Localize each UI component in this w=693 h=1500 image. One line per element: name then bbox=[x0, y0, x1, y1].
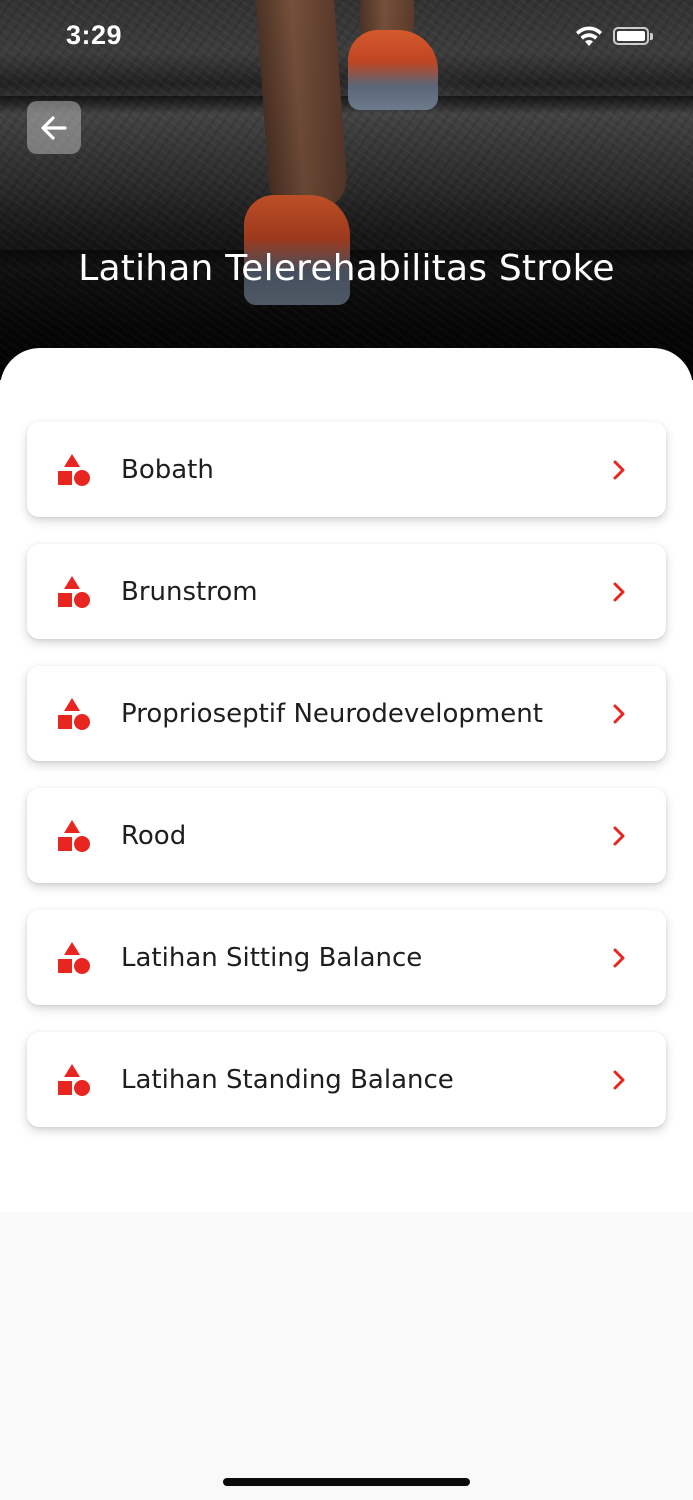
chevron-right-icon bbox=[613, 826, 625, 846]
status-bar: 3:29 bbox=[0, 0, 693, 80]
menu-item-brunstrom[interactable]: Brunstrom bbox=[27, 544, 666, 639]
chevron-right-icon bbox=[613, 948, 625, 968]
shapes-icon bbox=[58, 820, 90, 852]
menu-item-label: Rood bbox=[121, 820, 187, 851]
chevron-right-icon bbox=[613, 460, 625, 480]
chevron-right-icon bbox=[613, 582, 625, 602]
menu-item-label: Bobath bbox=[121, 454, 214, 485]
shapes-icon bbox=[58, 1064, 90, 1096]
back-button[interactable] bbox=[27, 101, 81, 154]
shapes-icon bbox=[58, 942, 90, 974]
home-indicator[interactable] bbox=[223, 1478, 470, 1486]
status-time: 3:29 bbox=[66, 20, 123, 50]
menu-item-bobath[interactable]: Bobath bbox=[27, 422, 666, 517]
shapes-icon bbox=[58, 576, 90, 608]
wifi-icon bbox=[576, 26, 602, 46]
shapes-icon bbox=[58, 698, 90, 730]
shapes-icon bbox=[58, 454, 90, 486]
menu-item-label: Brunstrom bbox=[121, 576, 258, 607]
arrow-left-icon bbox=[41, 115, 67, 140]
battery-icon bbox=[613, 27, 653, 45]
menu-item-latihan-sitting-balance[interactable]: Latihan Sitting Balance bbox=[27, 910, 666, 1005]
chevron-right-icon bbox=[613, 704, 625, 724]
menu-item-latihan-standing-balance[interactable]: Latihan Standing Balance bbox=[27, 1032, 666, 1127]
menu-item-label: Latihan Sitting Balance bbox=[121, 942, 423, 973]
menu-item-label: Proprioseptif Neurodevelopment bbox=[121, 698, 543, 729]
page-title: Latihan Telerehabilitas Stroke bbox=[78, 248, 615, 289]
screen: 3:29 Latihan Telerehabilitas Stroke Boba… bbox=[0, 0, 693, 1500]
chevron-right-icon bbox=[613, 1070, 625, 1090]
menu-item-proprioseptif-neurodevelopment[interactable]: Proprioseptif Neurodevelopment bbox=[27, 666, 666, 761]
menu-item-rood[interactable]: Rood bbox=[27, 788, 666, 883]
menu-item-label: Latihan Standing Balance bbox=[121, 1064, 454, 1095]
exercise-menu-list: Bobath Brunstrom Proprioseptif Neurodeve… bbox=[27, 422, 666, 1154]
